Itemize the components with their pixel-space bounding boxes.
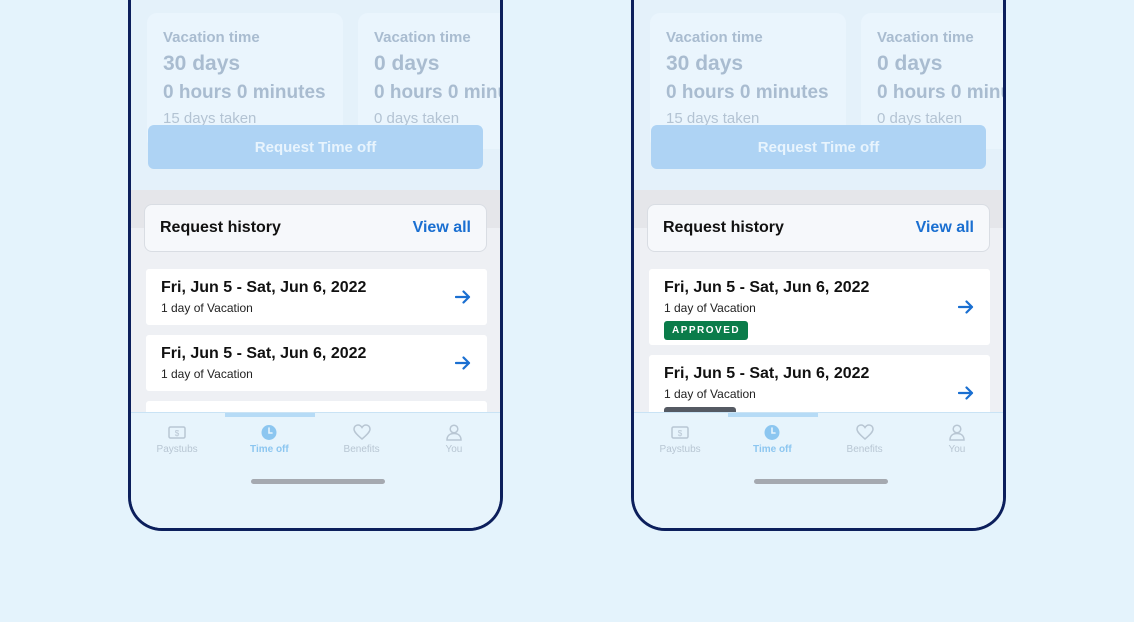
balance-days: 30 days [666, 52, 744, 75]
phone-screen-left: Vacation time 30 days 0 hours 0 minutes … [128, 0, 503, 531]
paystub-icon: $ [671, 426, 689, 439]
home-indicator[interactable] [251, 479, 385, 484]
balance-hours: 0 hours 0 minutes [163, 82, 326, 103]
tab-label: Time off [250, 444, 289, 455]
active-tab-indicator [225, 413, 315, 417]
request-history-title: Request history [160, 219, 281, 236]
balance-section: Vacation time 30 days 0 hours 0 minutes … [634, 0, 1003, 190]
status-badge-approved: APPROVED [664, 321, 749, 340]
view-all-link[interactable]: View all [916, 219, 974, 237]
person-icon [949, 424, 965, 441]
clock-icon [261, 425, 277, 440]
balance-label: Vacation time [666, 29, 763, 46]
balance-label: Vacation time [374, 29, 471, 46]
tab-paystubs[interactable]: $ Paystubs [634, 413, 726, 492]
view-all-link[interactable]: View all [413, 219, 471, 237]
request-time-off-button[interactable]: Request Time off [148, 125, 483, 169]
balance-section: Vacation time 30 days 0 hours 0 minutes … [131, 0, 500, 190]
request-type: 1 day of Vacation [161, 301, 253, 315]
tab-you[interactable]: You [408, 413, 500, 492]
tab-label: Paystubs [659, 444, 701, 455]
tab-label: Paystubs [156, 444, 198, 455]
arrow-right-icon[interactable] [455, 290, 471, 304]
request-item[interactable]: Fri, Jun 5 - Sat, Jun 6, 2022 1 day of V… [146, 269, 487, 325]
balance-hours: 0 hours 0 minutes [374, 82, 500, 103]
balance-label: Vacation time [877, 29, 974, 46]
arrow-right-icon[interactable] [958, 300, 974, 314]
request-type: 1 day of Vacation [664, 301, 756, 315]
paystub-icon: $ [168, 426, 186, 439]
balance-days: 0 days [374, 52, 440, 75]
svg-text:$: $ [175, 429, 180, 438]
tab-label: Benefits [343, 444, 380, 455]
request-history-header: Request history View all [144, 204, 487, 252]
arrow-right-icon[interactable] [455, 356, 471, 370]
balance-days: 30 days [163, 52, 241, 75]
request-item[interactable]: Fri, Jun 5 - Sat, Jun 6, 2022 1 day of V… [649, 269, 990, 345]
tab-label: Benefits [846, 444, 883, 455]
request-dates: Fri, Jun 5 - Sat, Jun 6, 2022 [664, 279, 870, 296]
balance-hours: 0 hours 0 minutes [666, 82, 829, 103]
person-icon [446, 424, 462, 441]
balance-days: 0 days [877, 52, 943, 75]
tab-label: You [445, 444, 463, 455]
tab-paystubs[interactable]: $ Paystubs [131, 413, 223, 492]
arrow-right-icon[interactable] [958, 386, 974, 400]
request-type: 1 day of Vacation [161, 367, 253, 381]
clock-icon [764, 425, 780, 440]
heart-icon [855, 424, 874, 440]
tab-you[interactable]: You [911, 413, 1003, 492]
request-type: 1 day of Vacation [664, 387, 756, 401]
request-item[interactable]: Fri, Jun 5 - Sat, Jun 6, 2022 1 day of V… [146, 335, 487, 391]
svg-text:$: $ [678, 429, 683, 438]
balance-label: Vacation time [163, 29, 260, 46]
heart-icon [352, 424, 371, 440]
request-dates: Fri, Jun 5 - Sat, Jun 6, 2022 [161, 279, 367, 296]
request-dates: Fri, Jun 5 - Sat, Jun 6, 2022 [664, 365, 870, 382]
balance-hours: 0 hours 0 minutes [877, 82, 1003, 103]
phone-screen-right: Vacation time 30 days 0 hours 0 minutes … [631, 0, 1006, 531]
active-tab-indicator [728, 413, 818, 417]
request-dates: Fri, Jun 5 - Sat, Jun 6, 2022 [161, 345, 367, 362]
request-time-off-button[interactable]: Request Time off [651, 125, 986, 169]
request-history-title: Request history [663, 219, 784, 236]
tab-label: You [948, 444, 966, 455]
home-indicator[interactable] [754, 479, 888, 484]
tab-label: Time off [753, 444, 792, 455]
request-history-header: Request history View all [647, 204, 990, 252]
